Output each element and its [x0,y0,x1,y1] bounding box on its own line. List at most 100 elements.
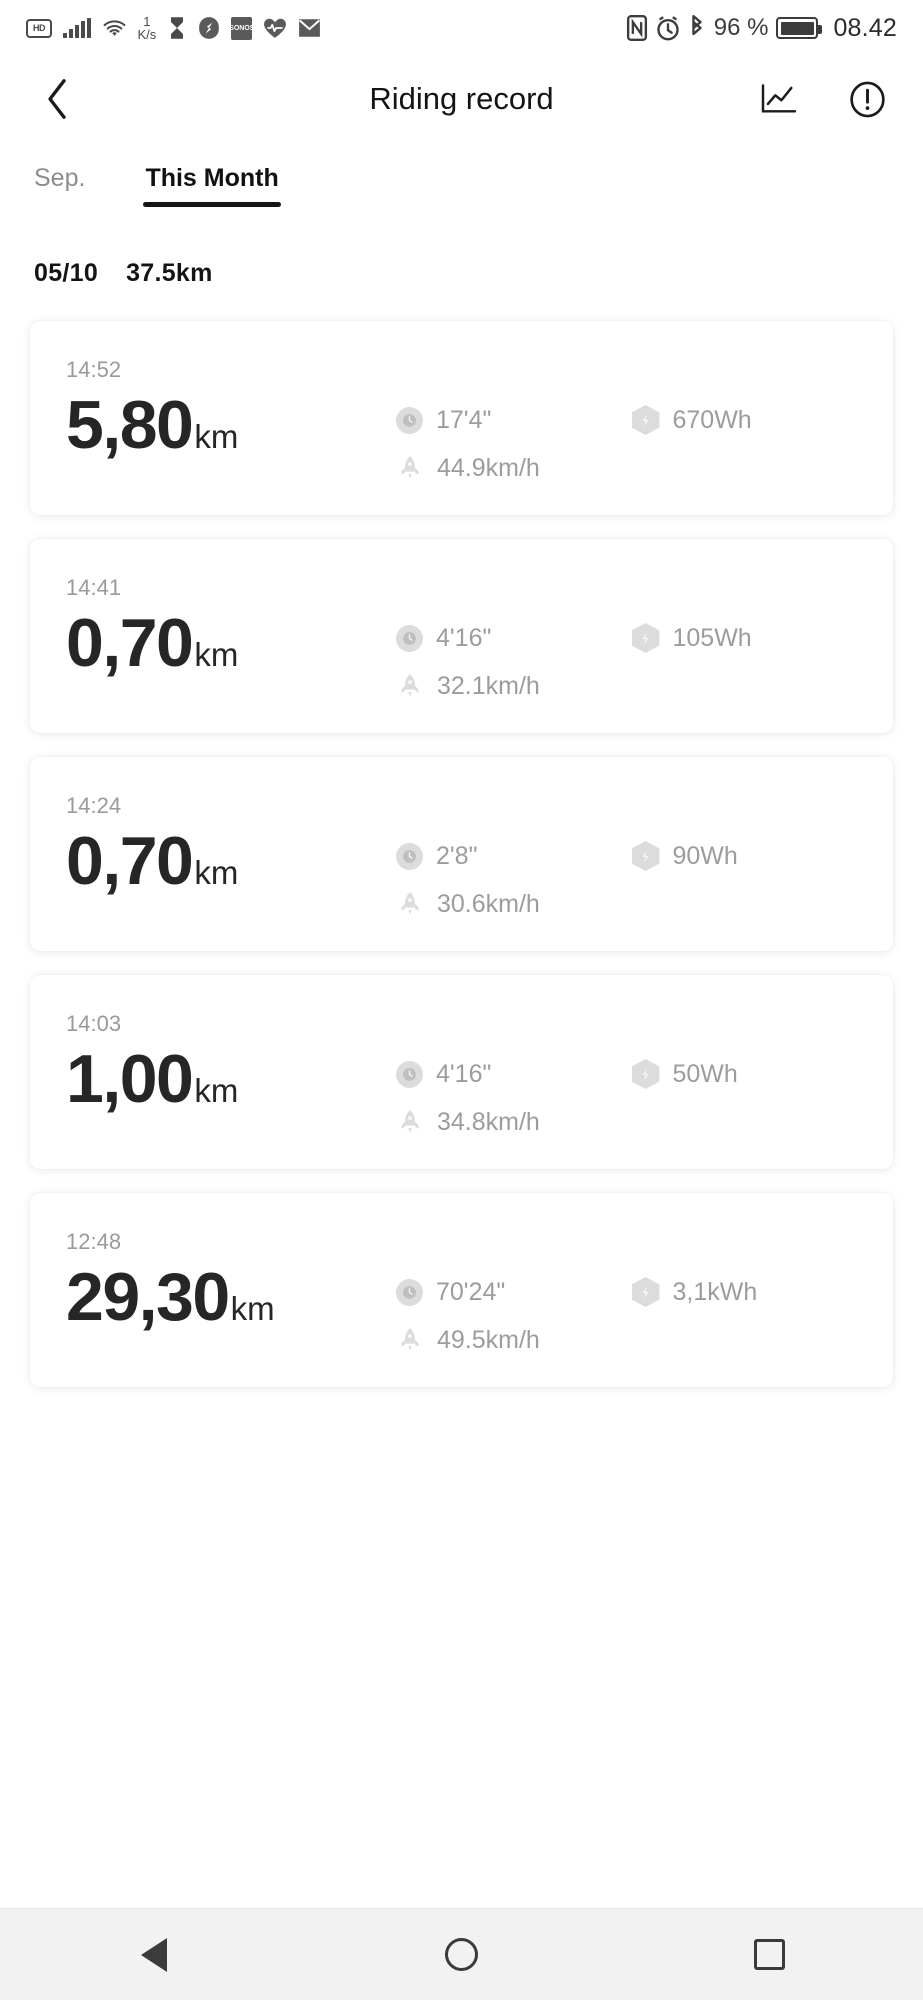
rocket-speed-icon [396,1107,424,1137]
record-distance-unit: km [230,1290,275,1327]
day-summary: 05/10 37.5km [0,207,923,288]
app-bar: Riding record [0,56,923,142]
info-button[interactable] [845,77,889,121]
record-distance: 1,00 km [66,1043,396,1113]
nfc-icon [626,15,648,41]
nav-home-button[interactable] [416,1924,506,1986]
record-body: 0,70 km 2'8" 90Wh 30.6km/h [66,825,857,919]
line-chart-icon [761,84,797,113]
stat-speed: 30.6km/h [396,889,622,919]
speed-value: 32.1km/h [437,671,540,700]
record-stats: 4'16" 50Wh 34.8km/h [396,1043,857,1137]
status-bar-left-icons: HD 1 K/s SONOS [26,15,321,41]
energy-bolt-icon [631,1059,660,1089]
ride-record-card[interactable]: 14:52 5,80 km 17'4" 670Wh 44.9km/h [30,321,893,515]
status-bar-clock: 08.42 [833,13,897,42]
record-body: 0,70 km 4'16" 105Wh 32.1km/h [66,607,857,701]
stat-duration: 17'4" [396,405,622,435]
stat-duration: 4'16" [396,623,622,653]
hd-badge: HD [26,18,52,38]
rocket-speed-icon [396,671,424,701]
rocket-speed-icon [396,889,424,919]
tab-active-indicator [143,202,281,207]
record-distance-value: 0,70 [66,605,194,681]
stat-energy: 670Wh [631,405,858,435]
record-distance: 0,70 km [66,607,396,677]
record-distance-unit: km [194,418,239,455]
record-distance-unit: km [194,1072,239,1109]
clock-icon [396,842,423,870]
ride-record-card[interactable]: 14:24 0,70 km 2'8" 90Wh 30.6km/h [30,757,893,951]
speed-value: 30.6km/h [437,889,540,918]
signal-bars-icon [63,18,91,38]
clock-icon [396,1278,423,1306]
status-bar-right-icons: 96 % 08.42 [626,14,897,43]
stat-energy: 105Wh [631,623,858,653]
energy-value: 3,1kWh [672,1277,758,1306]
stat-speed: 32.1km/h [396,671,622,701]
energy-value: 670Wh [672,405,752,434]
record-time: 14:03 [66,1011,122,1036]
mail-icon [298,17,321,39]
speed-value: 49.5km/h [437,1325,540,1354]
record-stats: 17'4" 670Wh 44.9km/h [396,389,857,483]
bluetooth-icon [688,15,706,41]
tab-this-month-label: This Month [145,164,279,192]
speed-value: 34.8km/h [437,1107,540,1136]
duration-value: 4'16" [436,623,492,652]
circle-home-icon [444,1938,478,1971]
tab-sep[interactable]: Sep. [34,164,85,207]
record-time: 14:24 [66,793,122,818]
record-body: 5,80 km 17'4" 670Wh 44.9km/h [66,389,857,483]
stat-duration: 2'8" [396,841,622,871]
battery-percent-label: 96 % [713,14,769,41]
battery-icon [776,17,823,39]
clock-icon [396,406,423,434]
record-body: 1,00 km 4'16" 50Wh 34.8km/h [66,1043,857,1137]
ride-record-card[interactable]: 12:48 29,30 km 70'24" 3,1kWh 49.5km/h [30,1193,893,1387]
rocket-speed-icon [396,453,424,483]
duration-value: 70'24" [436,1277,506,1306]
record-body: 29,30 km 70'24" 3,1kWh 49.5km/h [66,1261,857,1355]
stat-energy: 3,1kWh [631,1277,858,1307]
rocket-speed-icon [396,1325,424,1355]
nav-recents-button[interactable] [724,1924,814,1986]
period-tabs: Sep. This Month [0,142,923,207]
record-distance-value: 29,30 [66,1259,230,1335]
energy-value: 105Wh [672,623,752,652]
status-bar: HD 1 K/s SONOS 96 % 08.42 [0,0,923,56]
clock-icon [396,1060,423,1088]
record-distance-value: 0,70 [66,823,194,899]
nav-back-button[interactable] [109,1924,199,1986]
stat-speed: 44.9km/h [396,453,622,483]
stat-duration: 4'16" [396,1059,622,1089]
back-button[interactable] [34,76,80,122]
summary-date: 05/10 [34,259,99,287]
square-recents-icon [753,1939,785,1970]
app-icon-compass [198,16,220,40]
wifi-icon [102,17,127,39]
record-stats: 2'8" 90Wh 30.6km/h [396,825,857,919]
record-time: 14:41 [66,575,122,600]
record-distance-unit: km [194,854,239,891]
tab-sep-label: Sep. [34,164,86,192]
data-speed-indicator: 1 K/s [138,15,157,41]
speed-value: 44.9km/h [437,453,540,482]
chevron-left-icon [48,79,66,119]
record-distance-value: 1,00 [66,1041,194,1117]
record-distance-unit: km [194,636,239,673]
info-circle-icon [849,81,885,117]
duration-value: 4'16" [436,1059,492,1088]
record-distance-value: 5,80 [66,387,194,463]
record-distance: 5,80 km [66,389,396,459]
duration-value: 2'8" [436,841,478,870]
ride-record-card[interactable]: 14:03 1,00 km 4'16" 50Wh 34.8km/h [30,975,893,1169]
stat-energy: 90Wh [631,841,858,871]
android-navigation-bar [0,1908,923,2000]
tab-this-month[interactable]: This Month [143,164,281,207]
statistics-button[interactable] [757,77,801,121]
energy-bolt-icon [631,623,660,653]
triangle-back-icon [140,1937,167,1972]
record-time: 12:48 [66,1229,122,1254]
ride-record-card[interactable]: 14:41 0,70 km 4'16" 105Wh 32.1km/h [30,539,893,733]
